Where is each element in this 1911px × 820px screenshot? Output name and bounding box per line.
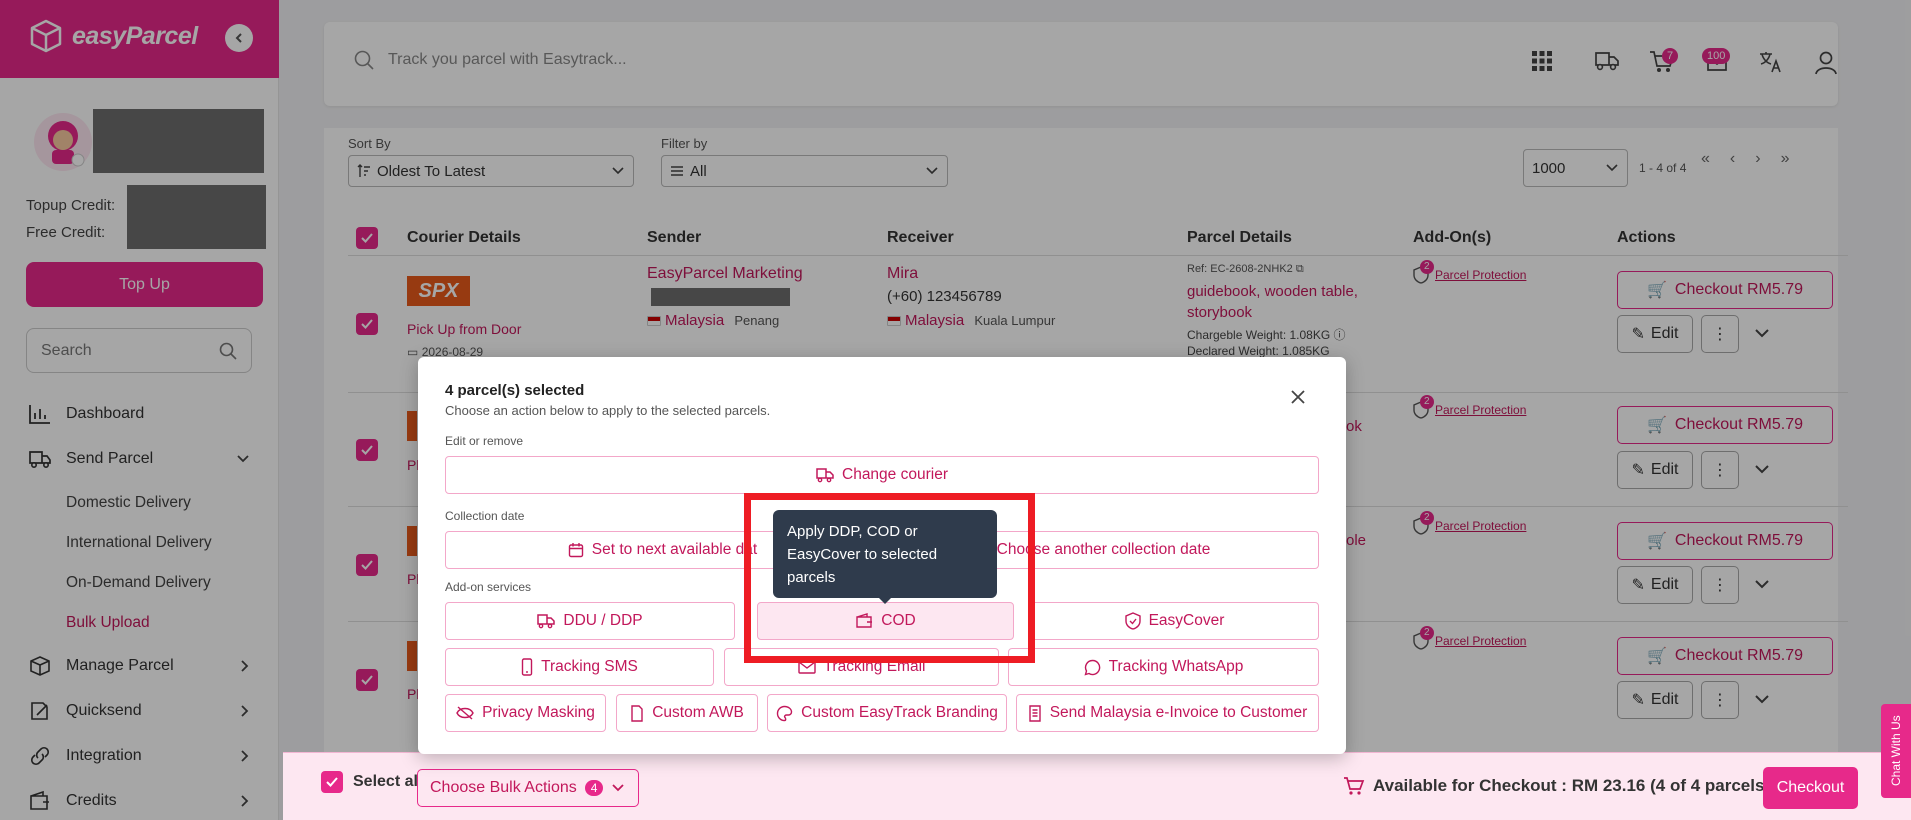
privacy-masking-button[interactable]: Privacy Masking	[445, 694, 606, 732]
bulk-action-bar: Select all Choose Bulk Actions 4 Availab…	[283, 752, 1911, 820]
select-all-label: Select all	[353, 773, 423, 790]
select-all-checkbox[interactable]	[321, 771, 343, 793]
invoice-icon	[1029, 704, 1041, 722]
cart-icon	[1344, 777, 1365, 795]
section-add-on-services: Add-on services	[445, 580, 532, 594]
bulk-checkout-button[interactable]: Checkout	[1763, 767, 1858, 809]
select-all-control[interactable]: Select all	[321, 771, 422, 793]
easycover-button[interactable]: EasyCover	[1030, 602, 1319, 640]
ddu-ddp-label: DDU / DDP	[563, 612, 643, 629]
send-e-invoice-button[interactable]: Send Malaysia e-Invoice to Customer	[1016, 694, 1319, 732]
choose-bulk-actions-button[interactable]: Choose Bulk Actions 4	[417, 769, 639, 807]
document-icon	[631, 704, 643, 722]
privacy-masking-label: Privacy Masking	[482, 704, 595, 721]
available-for-checkout: Available for Checkout : RM 23.16 (4 of …	[1343, 776, 1770, 796]
section-edit-remove: Edit or remove	[445, 434, 524, 448]
tracking-sms-label: Tracking SMS	[541, 658, 638, 675]
change-courier-label: Change courier	[842, 466, 948, 483]
available-for-checkout-text: Available for Checkout : RM 23.16 (4 of …	[1373, 776, 1771, 795]
eye-off-icon	[456, 706, 474, 720]
send-e-invoice-label: Send Malaysia e-Invoice to Customer	[1049, 704, 1308, 721]
calendar-icon	[568, 543, 583, 558]
whatsapp-icon	[1084, 659, 1100, 676]
chevron-down-icon	[612, 784, 625, 792]
tracking-sms-button[interactable]: Tracking SMS	[445, 648, 714, 686]
section-collection-date: Collection date	[445, 509, 525, 523]
truck-icon	[537, 614, 556, 629]
change-courier-button[interactable]: Change courier	[445, 456, 1319, 494]
modal-title: 4 parcel(s) selected	[445, 382, 585, 399]
set-next-available-date-label: Set to next available dat	[591, 541, 758, 558]
custom-easytrack-branding-label: Custom EasyTrack Branding	[801, 704, 998, 721]
truck-icon	[816, 468, 834, 483]
tracking-whatsapp-label: Tracking WhatsApp	[1108, 658, 1244, 675]
check-icon	[326, 777, 338, 787]
ddu-ddp-button[interactable]: DDU / DDP	[445, 602, 735, 640]
custom-awb-button[interactable]: Custom AWB	[616, 694, 758, 732]
custom-awb-label: Custom AWB	[652, 704, 744, 721]
bulk-actions-count: 4	[584, 780, 604, 796]
shield-check-icon	[1124, 612, 1141, 630]
highlight-box	[744, 493, 1035, 663]
palette-icon	[776, 705, 793, 721]
close-icon[interactable]	[1290, 389, 1306, 405]
custom-easytrack-branding-button[interactable]: Custom EasyTrack Branding	[767, 694, 1007, 732]
chat-with-us-tab[interactable]: Chat With Us	[1881, 704, 1911, 798]
tracking-whatsapp-button[interactable]: Tracking WhatsApp	[1008, 648, 1319, 686]
bulk-actions-label: Choose Bulk Actions	[430, 779, 577, 796]
easycover-label: EasyCover	[1148, 612, 1225, 629]
modal-subtitle: Choose an action below to apply to the s…	[445, 403, 771, 418]
phone-icon	[521, 658, 533, 676]
